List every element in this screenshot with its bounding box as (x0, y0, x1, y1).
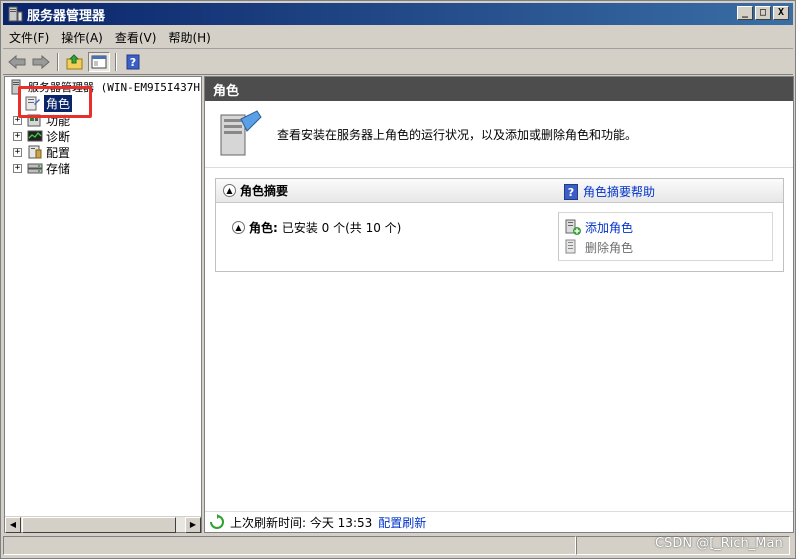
watermark-text: CSDN @[_Rich_Man (655, 536, 783, 551)
tree-item-configuration-label: 配置 (46, 145, 71, 160)
tree-item-storage-label: 存储 (46, 161, 71, 176)
svg-text:?: ? (130, 56, 136, 69)
window-title: 服务器管理器 (27, 8, 106, 24)
roles-actions-panel: 添加角色 删除角色 (558, 212, 773, 261)
description-text: 查看安装在服务器上角色的运行状况，以及添加或删除角色和功能。 (277, 127, 638, 142)
expand-toggle[interactable]: + (13, 131, 22, 141)
scroll-thumb[interactable] (22, 517, 176, 533)
menu-action[interactable]: 操作(A) (55, 29, 109, 46)
storage-icon (27, 163, 43, 174)
show-hide-console-tree-icon (91, 55, 107, 69)
roles-summary-help-link[interactable]: ? 角色摘要帮助 (564, 183, 655, 200)
scroll-left-arrow-icon[interactable]: ◀ (5, 516, 21, 533)
details-pane: 角色 查看安装在服务器上角色的运行状况，以及添加或删除角色和功能。 ▲ 角色摘要… (204, 76, 794, 533)
forward-arrow-icon (32, 55, 50, 69)
roles-label: 角色: (249, 221, 278, 235)
back-button[interactable] (6, 52, 28, 72)
toolbar: ? (3, 50, 793, 75)
server-manager-window: 服务器管理器 _ □ X 文件(F) 操作(A) 查看(V) 帮助(H) ? 服… (0, 0, 796, 559)
help-button[interactable]: ? (122, 52, 144, 72)
scroll-right-arrow-icon[interactable]: ▶ (185, 516, 201, 533)
minimize-button[interactable]: _ (737, 6, 753, 20)
help-icon: ? (126, 54, 140, 70)
divider (205, 167, 793, 168)
roles-summary-title: 角色摘要 (240, 184, 289, 198)
roles-installed-count: 已安装 0 个(共 10 个) (281, 221, 402, 235)
refresh-status-bar: 上次刷新时间: 今天 13:53 配置刷新 (205, 511, 793, 532)
remove-roles-icon (565, 239, 576, 254)
help-icon: ? (564, 183, 578, 200)
title-bar[interactable]: 服务器管理器 _ □ X (3, 3, 793, 25)
up-one-level-button[interactable] (64, 52, 86, 72)
pane-header-title: 角色 (205, 77, 793, 101)
close-button[interactable]: X (773, 6, 789, 20)
collapse-up-icon[interactable]: ▲ (223, 184, 236, 197)
collapse-up-icon[interactable]: ▲ (232, 221, 245, 234)
refresh-icon (210, 514, 224, 529)
maximize-button[interactable]: □ (755, 6, 771, 20)
expand-toggle[interactable]: + (13, 163, 22, 173)
toolbar-separator (57, 53, 59, 71)
server-manager-app-icon (8, 6, 23, 22)
toolbar-separator (115, 53, 117, 71)
menu-bar: 文件(F) 操作(A) 查看(V) 帮助(H) (3, 27, 793, 49)
up-folder-icon (66, 54, 83, 70)
roles-installed-line: ▲ 角色: 已安装 0 个(共 10 个) (232, 219, 401, 236)
roles-summary-section: ▲ 角色摘要 ? 角色摘要帮助 ▲ 角色: 已安装 0 个(共 10 个) 添加… (215, 178, 784, 272)
remove-roles-label: 删除角色 (585, 240, 634, 255)
highlight-annotation-box (18, 86, 92, 118)
menu-file[interactable]: 文件(F) (3, 29, 55, 46)
roles-description: 查看安装在服务器上角色的运行状况，以及添加或删除角色和功能。 (217, 109, 787, 159)
expand-toggle[interactable]: + (13, 147, 22, 157)
tree-item-storage[interactable]: + 存储 (13, 160, 70, 176)
tree-item-configuration[interactable]: + 配置 (13, 144, 70, 160)
roles-summary-help-label: 角色摘要帮助 (583, 185, 656, 199)
tree-item-diagnostics[interactable]: + 诊断 (13, 128, 70, 144)
add-roles-label: 添加角色 (585, 220, 634, 235)
status-cell-main (3, 536, 576, 555)
tree-horizontal-scrollbar[interactable]: ◀ ▶ (5, 516, 201, 533)
last-refresh-text: 上次刷新时间: 今天 13:53 (230, 515, 373, 530)
menu-help[interactable]: 帮助(H) (162, 29, 216, 46)
add-roles-icon (565, 219, 581, 235)
menu-view[interactable]: 查看(V) (109, 29, 163, 46)
roles-summary-header[interactable]: ▲ 角色摘要 ? 角色摘要帮助 (216, 179, 783, 203)
configuration-icon (28, 145, 42, 159)
roles-server-large-icon (220, 110, 262, 156)
remove-roles-link[interactable]: 删除角色 (565, 238, 633, 256)
tree-item-diagnostics-label: 诊断 (46, 129, 71, 144)
console-tree[interactable]: 服务器管理器 (WIN-EM9I5I437H 角色 + 功能 + 诊断 + 配置… (4, 76, 202, 533)
back-arrow-icon (8, 55, 26, 69)
diagnostics-icon (27, 130, 43, 142)
show-hide-console-tree-button[interactable] (88, 52, 110, 72)
add-roles-link[interactable]: 添加角色 (565, 218, 633, 236)
configure-refresh-link[interactable]: 配置刷新 (378, 514, 426, 531)
forward-button[interactable] (30, 52, 52, 72)
